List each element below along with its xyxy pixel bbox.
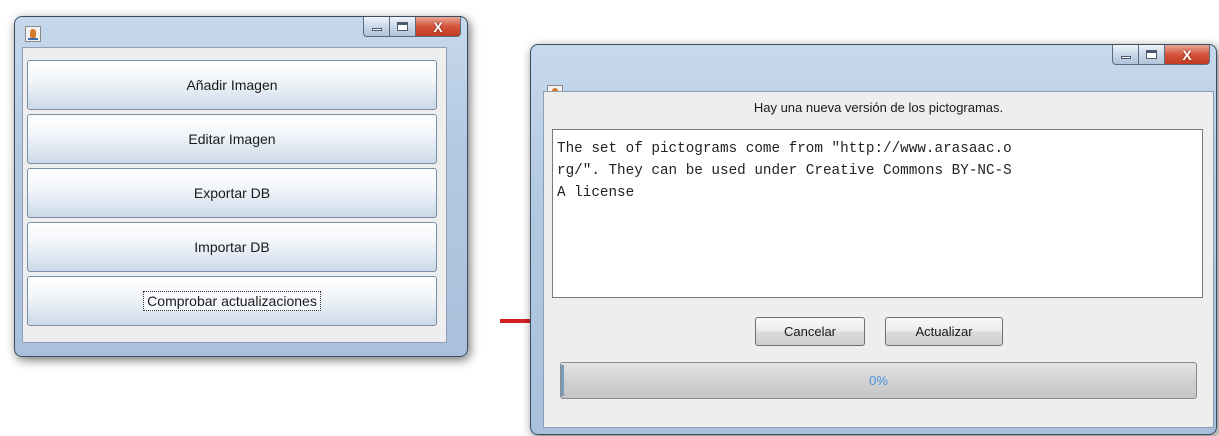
- progress-text: 0%: [869, 373, 888, 388]
- close-button[interactable]: X: [1165, 45, 1210, 65]
- update-dialog-titlebar[interactable]: X: [531, 45, 1216, 101]
- export-db-button[interactable]: Exportar DB: [27, 168, 437, 218]
- edit-image-label: Editar Imagen: [188, 131, 276, 147]
- window-controls: X: [1112, 45, 1210, 65]
- close-button[interactable]: X: [416, 17, 461, 37]
- maximize-button[interactable]: [1139, 45, 1165, 65]
- check-updates-label: Comprobar actualizaciones: [143, 291, 321, 311]
- check-updates-button[interactable]: Comprobar actualizaciones: [27, 276, 437, 326]
- update-dialog: X Hay una nueva versión de los pictogram…: [530, 44, 1217, 435]
- add-image-label: Añadir Imagen: [186, 77, 278, 93]
- update-button[interactable]: Actualizar: [885, 317, 1003, 346]
- export-db-label: Exportar DB: [193, 185, 271, 201]
- minimize-button[interactable]: [1112, 45, 1139, 65]
- main-window: X Añadir Imagen Editar Imagen Exportar D…: [14, 16, 468, 357]
- java-cup-icon[interactable]: [25, 26, 41, 42]
- update-label: Actualizar: [915, 324, 973, 339]
- maximize-button[interactable]: [390, 17, 416, 37]
- close-icon: X: [433, 19, 443, 35]
- license-text-area[interactable]: The set of pictograms come from "http://…: [552, 129, 1203, 298]
- update-message: Hay una nueva versión de los pictogramas…: [753, 100, 1004, 115]
- cancel-label: Cancelar: [783, 324, 837, 339]
- window-controls: X: [363, 17, 461, 37]
- close-icon: X: [1182, 47, 1192, 63]
- import-db-label: Importar DB: [194, 239, 270, 255]
- license-line: The set of pictograms come from "http://…: [557, 141, 1012, 157]
- license-line: rg/". They can be used under Creative Co…: [557, 163, 1012, 179]
- add-image-button[interactable]: Añadir Imagen: [27, 60, 437, 110]
- edit-image-button[interactable]: Editar Imagen: [27, 114, 437, 164]
- main-window-content: Añadir Imagen Editar Imagen Exportar DB …: [22, 47, 447, 343]
- cancel-button[interactable]: Cancelar: [755, 317, 865, 346]
- import-db-button[interactable]: Importar DB: [27, 222, 437, 272]
- minimize-icon: [372, 28, 382, 31]
- update-dialog-content: Hay una nueva versión de los pictogramas…: [543, 91, 1214, 428]
- minimize-icon: [1121, 56, 1131, 59]
- maximize-icon: [1146, 50, 1157, 59]
- minimize-button[interactable]: [363, 17, 390, 37]
- license-line: A license: [557, 185, 635, 201]
- download-progress-bar: 0%: [560, 362, 1197, 399]
- main-window-titlebar[interactable]: X: [15, 17, 467, 47]
- maximize-icon: [397, 22, 408, 31]
